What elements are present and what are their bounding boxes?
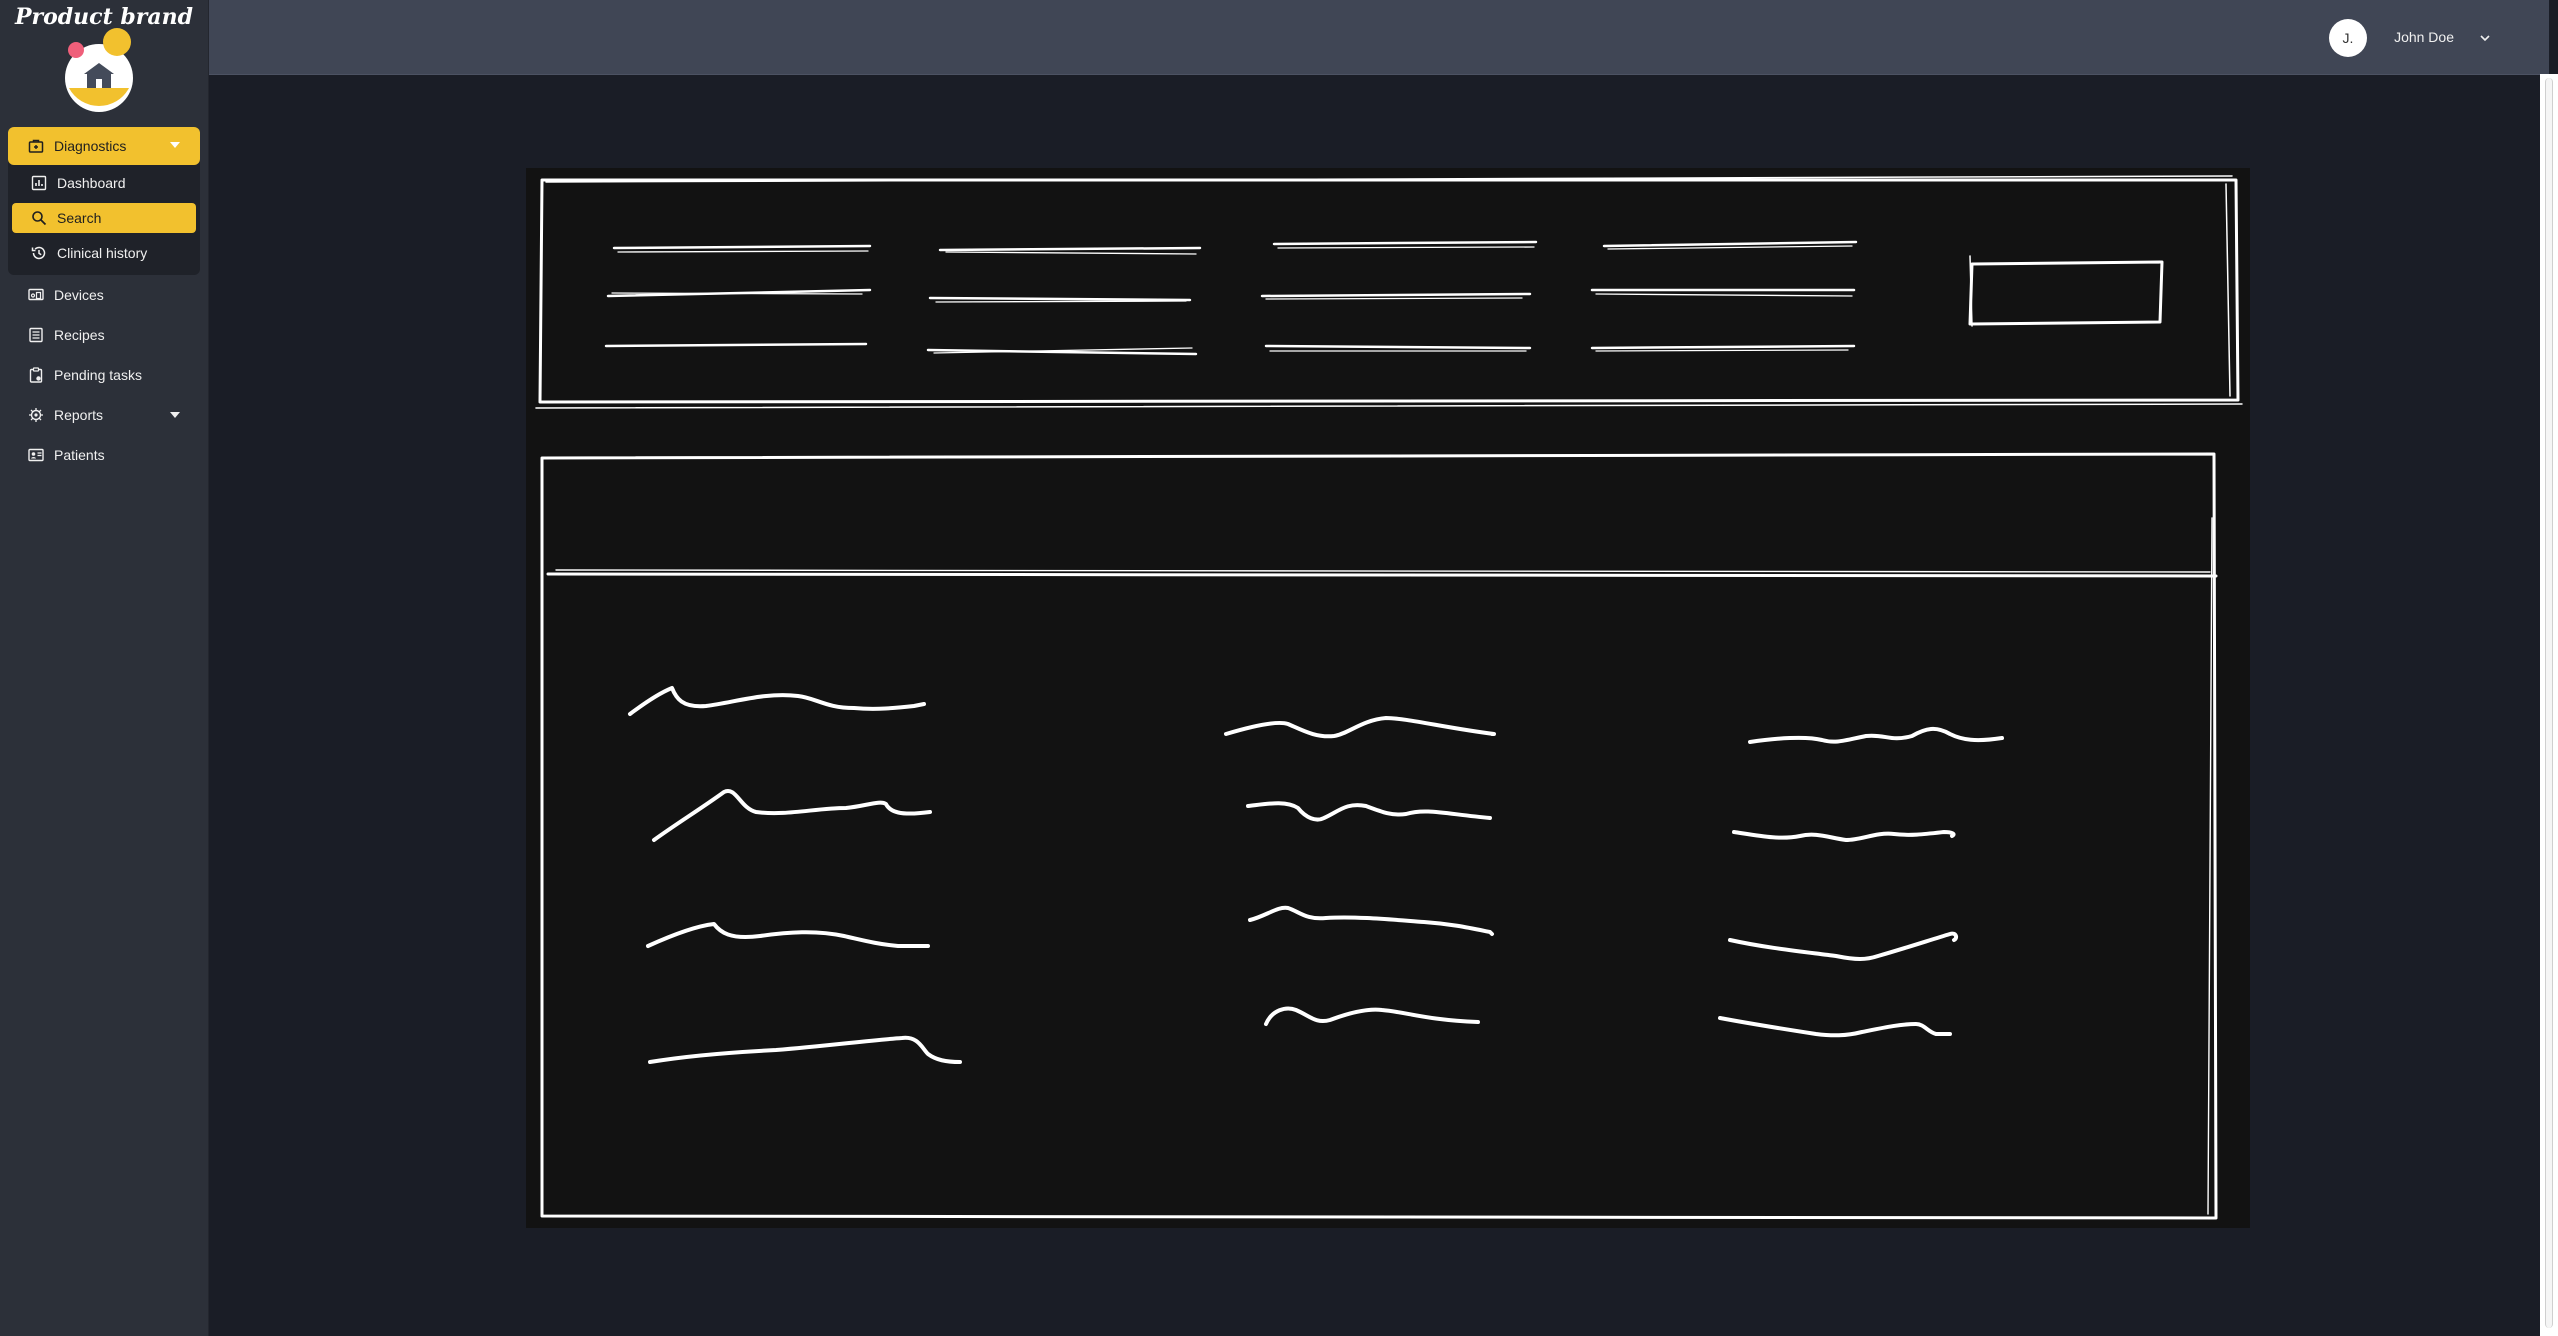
history-icon: [31, 245, 47, 261]
avatar[interactable]: J.: [2329, 19, 2367, 57]
devices-icon: [28, 287, 44, 303]
sidebar-item-label: Recipes: [54, 327, 105, 343]
sidebar-item-label: Clinical history: [57, 245, 148, 261]
scrollbar[interactable]: [2540, 74, 2558, 1336]
sidebar-item-reports[interactable]: Reports: [8, 395, 200, 435]
wireframe-sketch-image: [526, 168, 2250, 1228]
chevron-down-icon: [170, 412, 180, 418]
sidebar-item-label: Diagnostics: [54, 138, 127, 154]
sidebar-item-search[interactable]: Search: [12, 203, 196, 233]
briefcase-icon: [28, 138, 44, 154]
sidebar-item-pending-tasks[interactable]: Pending tasks: [8, 355, 200, 395]
sidebar-item-dashboard[interactable]: Dashboard: [8, 165, 200, 201]
gear-icon: [28, 407, 44, 423]
diagnostics-group: Diagnostics Dashboard Search Clinical hi…: [8, 127, 200, 275]
chart-icon: [31, 175, 47, 191]
chevron-down-icon: [170, 142, 180, 148]
search-icon: [31, 210, 47, 226]
sidebar-item-label: Pending tasks: [54, 367, 142, 383]
clipboard-icon: [28, 367, 44, 383]
user-name[interactable]: John Doe: [2394, 29, 2454, 45]
scrollbar-thumb[interactable]: [2545, 78, 2553, 1328]
sidebar-item-label: Search: [57, 210, 102, 226]
sidebar-item-clinical-history[interactable]: Clinical history: [8, 235, 200, 271]
sidebar-item-patients[interactable]: Patients: [8, 435, 200, 475]
top-bar: J. John Doe: [209, 0, 2549, 75]
sidebar-item-label: Reports: [54, 407, 104, 423]
sidebar-nav: Diagnostics Dashboard Search Clinical hi…: [8, 127, 200, 475]
sidebar-item-label: Devices: [54, 287, 104, 303]
sidebar-item-label: Dashboard: [57, 175, 126, 191]
id-card-icon: [28, 447, 44, 463]
sidebar-item-recipes[interactable]: Recipes: [8, 315, 200, 355]
sidebar-item-devices[interactable]: Devices: [8, 275, 200, 315]
sidebar-item-label: Patients: [54, 447, 105, 463]
sidebar: Product brand Diagnostics Dashboard Sear…: [0, 0, 209, 1336]
list-icon: [28, 327, 44, 343]
sidebar-item-diagnostics[interactable]: Diagnostics: [8, 127, 200, 165]
brand-logo: [56, 24, 146, 120]
chevron-down-icon[interactable]: [2479, 31, 2491, 43]
